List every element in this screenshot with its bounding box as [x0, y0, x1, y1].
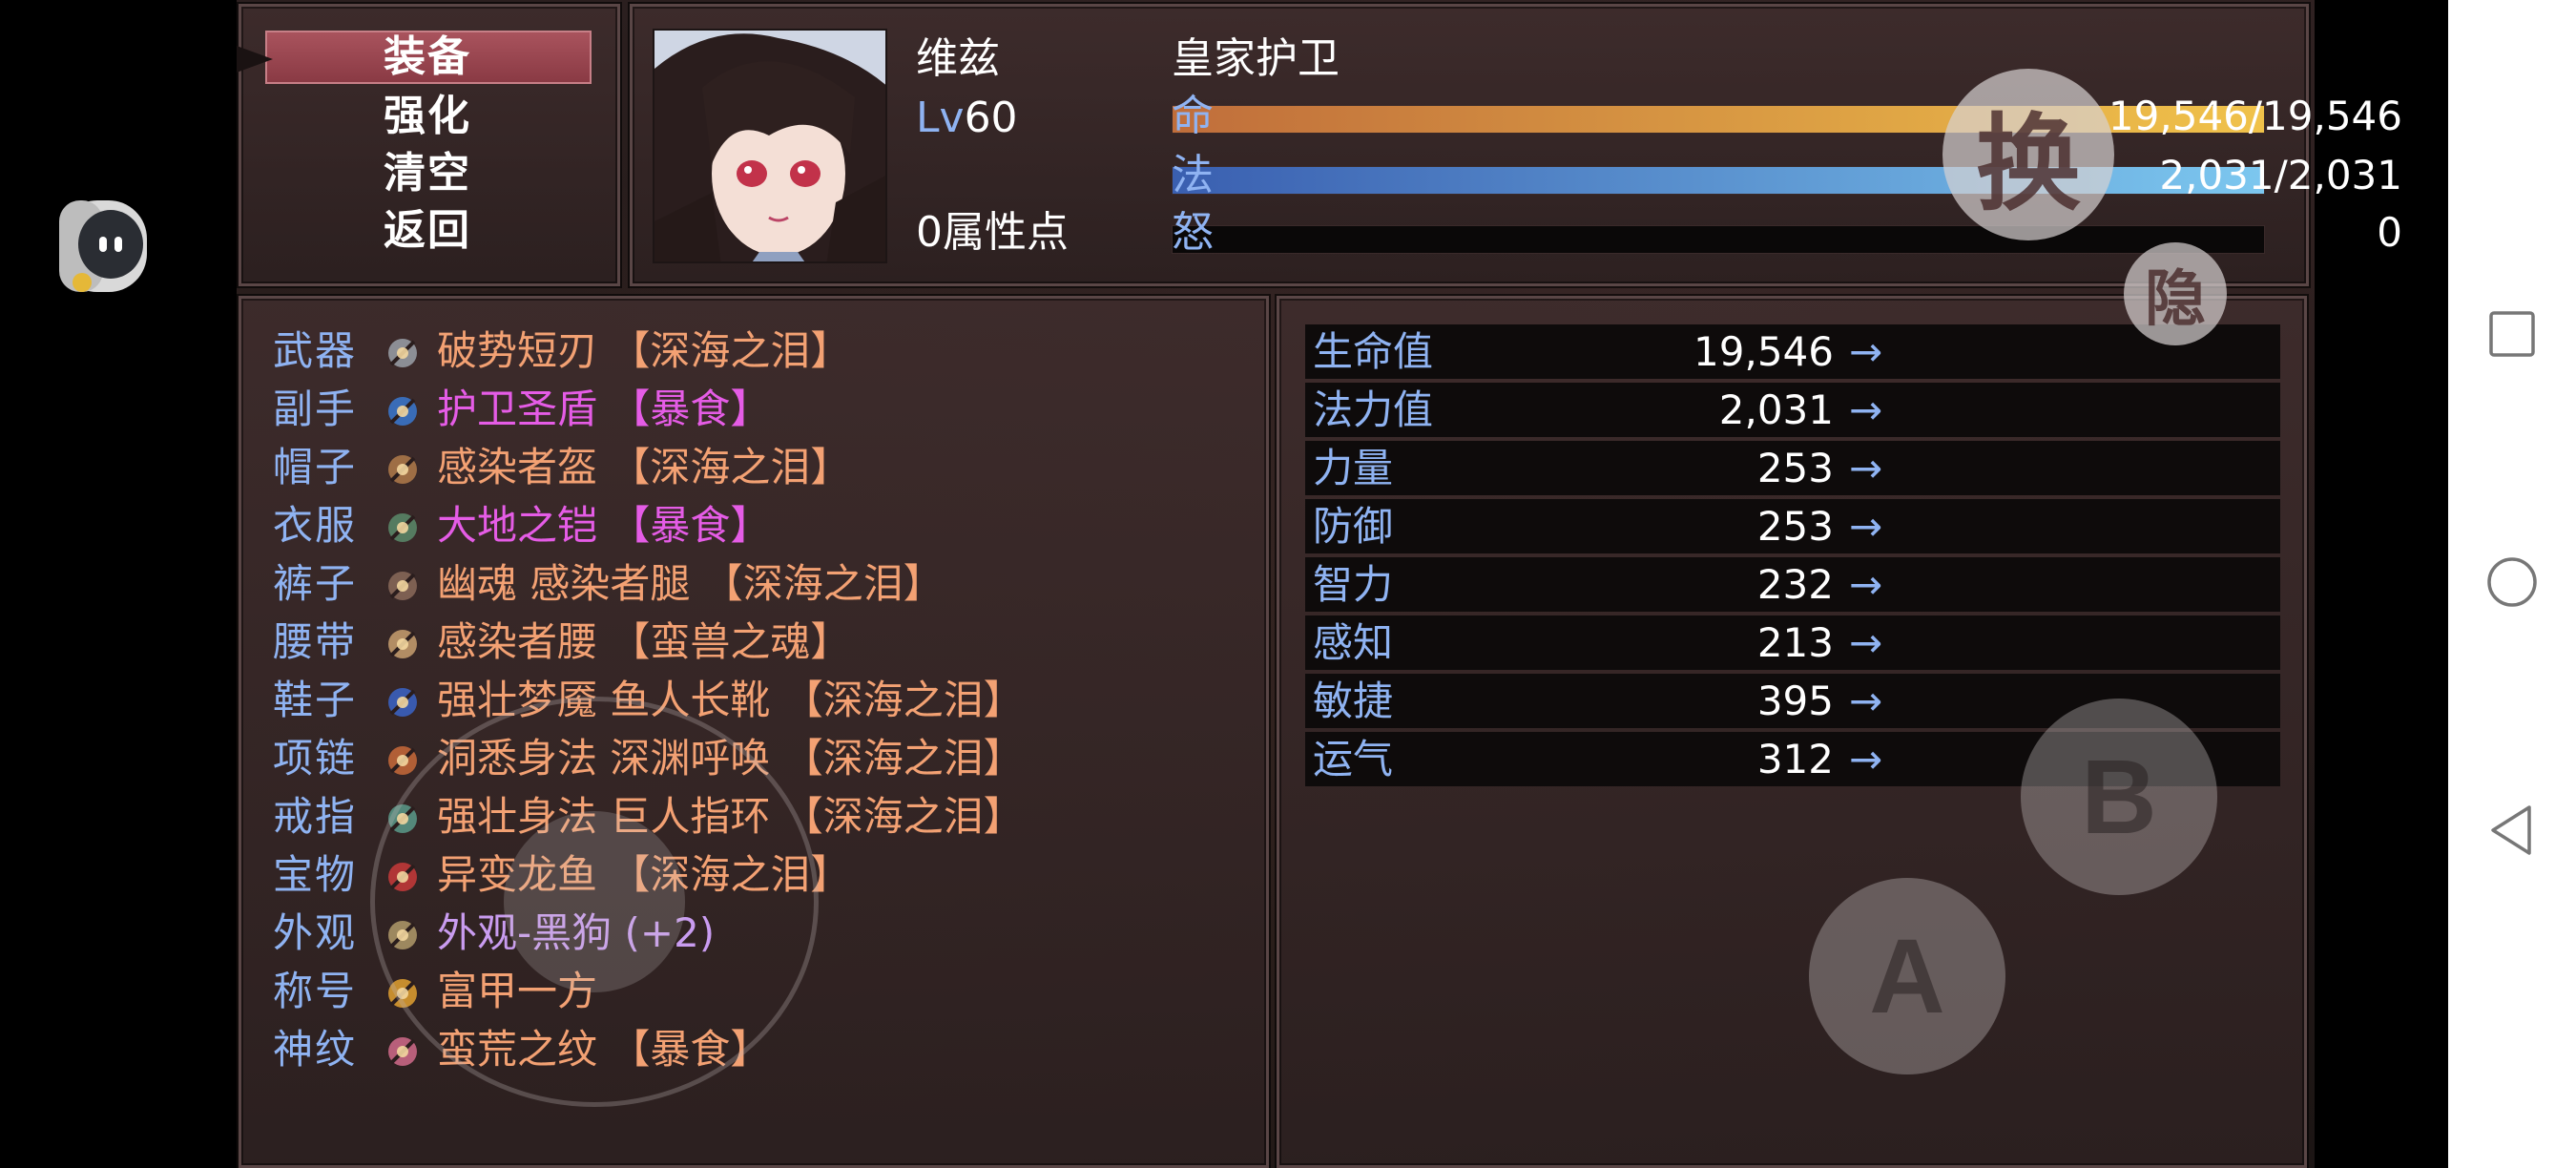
back-button[interactable] — [2448, 773, 2576, 887]
stat-row: 智力 232 → — [1305, 557, 2280, 612]
equipment-slot-label: 外观 — [273, 909, 358, 956]
arrow-right-icon: → — [1849, 561, 1883, 608]
character-level: Lv60 — [916, 92, 1018, 145]
stat-value: 232 — [1756, 561, 1834, 608]
rune-icon — [382, 1031, 424, 1073]
stat-value: 2,031 — [1718, 386, 1834, 433]
stat-value: 253 — [1756, 445, 1834, 491]
stat-label: 力量 — [1313, 445, 1394, 491]
equipment-slot-label: 项链 — [273, 735, 358, 782]
hp-value: 19,546/19,546 — [2108, 93, 2402, 139]
attribute-points: 0属性点 — [916, 208, 1069, 257]
arrow-right-icon: → — [1849, 736, 1883, 782]
stat-row: 感知 213 → — [1305, 615, 2280, 670]
equipment-slot-label: 宝物 — [273, 851, 358, 898]
rage-value: 0 — [2377, 209, 2402, 256]
shield-icon — [382, 390, 424, 432]
stat-value: 213 — [1756, 619, 1834, 666]
arrow-right-icon: → — [1849, 678, 1883, 724]
home-button[interactable] — [2448, 525, 2576, 639]
equipment-row[interactable]: 副手 护卫圣盾 【暴食】 — [273, 381, 1256, 438]
stat-label: 生命值 — [1313, 328, 1434, 375]
equipment-row[interactable]: 鞋子 强壮梦魇 鱼人长靴 【深海之泪】 — [273, 672, 1256, 729]
stat-value: 19,546 — [1693, 328, 1834, 375]
stat-value: 253 — [1756, 503, 1834, 550]
equipment-slot-label: 衣服 — [273, 502, 358, 549]
character-name: 维兹 — [916, 34, 1000, 83]
equipment-row[interactable]: 裤子 幽魂 感染者腿 【深海之泪】 — [273, 555, 1256, 613]
rage-label: 怒 — [1172, 208, 1214, 257]
arrow-right-icon: → — [1849, 619, 1883, 666]
stat-value: 312 — [1756, 736, 1834, 782]
level-prefix: Lv — [916, 94, 965, 142]
equipment-slot-label: 鞋子 — [273, 677, 358, 723]
stat-label: 智力 — [1313, 561, 1394, 608]
equipment-slot-label: 腰带 — [273, 618, 358, 665]
stat-value: 395 — [1756, 678, 1834, 724]
equipment-item-name: 破势短刃 【深海之泪】 — [437, 327, 851, 374]
equipment-slot-label: 裤子 — [273, 560, 358, 607]
equipment-row[interactable]: 腰带 感染者腰 【蛮兽之魂】 — [273, 614, 1256, 671]
stat-row: 法力值 2,031 → — [1305, 383, 2280, 437]
equipment-item-name: 感染者盔 【深海之泪】 — [437, 444, 851, 490]
equipment-slot-label: 副手 — [273, 386, 358, 432]
arrow-right-icon: → — [1849, 503, 1883, 550]
arrow-right-icon: → — [1849, 445, 1883, 491]
legs-icon — [382, 565, 424, 607]
stat-row: 生命值 19,546 → — [1305, 324, 2280, 379]
b-button[interactable]: B — [2021, 699, 2217, 895]
menu-item-enhance[interactable]: 强化 — [384, 90, 471, 143]
equipment-slot-label: 称号 — [273, 968, 358, 1014]
equipment-item-name: 大地之铠 【暴食】 — [437, 502, 771, 549]
hp-label: 命 — [1172, 92, 1214, 140]
hide-button[interactable]: 隐 — [2124, 242, 2227, 345]
circle-icon — [2487, 557, 2537, 607]
level-value: 60 — [964, 94, 1018, 142]
stat-row: 力量 253 → — [1305, 441, 2280, 495]
recent-apps-button[interactable] — [2448, 277, 2576, 391]
triangle-back-icon — [2491, 805, 2531, 855]
equipment-row[interactable]: 衣服 大地之铠 【暴食】 — [273, 497, 1256, 554]
arrow-right-icon: → — [1849, 328, 1883, 375]
helmet-icon — [382, 448, 424, 490]
dagger-icon — [382, 332, 424, 374]
menu-item-clear[interactable]: 清空 — [384, 147, 471, 200]
stat-label: 防御 — [1313, 503, 1394, 550]
equipment-slot-label: 帽子 — [273, 444, 358, 490]
menu-item-back[interactable]: 返回 — [384, 204, 471, 258]
stat-label: 感知 — [1313, 619, 1394, 666]
swap-button[interactable]: 换 — [1942, 69, 2114, 240]
equipment-slot-label: 武器 — [273, 327, 358, 374]
belt-icon — [382, 623, 424, 665]
menu-item-equip[interactable]: 装备 — [384, 31, 471, 84]
character-title: 皇家护卫 — [1172, 34, 1340, 83]
equipment-item-name: 幽魂 感染者腿 【深海之泪】 — [437, 560, 944, 607]
mp-value: 2,031/2,031 — [2159, 152, 2402, 198]
rage-bar — [1172, 225, 2265, 254]
joystick-knob[interactable] — [504, 811, 685, 992]
a-button[interactable]: A — [1809, 878, 2005, 1074]
equipment-row[interactable]: 帽子 感染者盔 【深海之泪】 — [273, 439, 1256, 496]
character-portrait — [653, 29, 887, 263]
menu-cursor-icon — [237, 46, 273, 73]
equipment-slot-label: 戒指 — [273, 793, 358, 840]
game-screen: 装备 强化 清空 返回 维兹 皇家护卫 Lv60 0属性点 命 法 怒 19,5… — [0, 0, 2448, 1168]
equipment-item-name: 护卫圣盾 【暴食】 — [437, 386, 771, 432]
stat-row: 防御 253 → — [1305, 499, 2280, 553]
stat-label: 敏捷 — [1313, 678, 1394, 724]
equipment-item-name: 感染者腰 【蛮兽之魂】 — [437, 618, 851, 665]
android-navigation-bar — [2448, 0, 2576, 1168]
armor-icon — [382, 507, 424, 549]
equipment-slot-label: 神纹 — [273, 1026, 358, 1073]
square-icon — [2489, 311, 2535, 357]
mp-label: 法 — [1172, 151, 1214, 199]
stat-label: 法力值 — [1313, 386, 1434, 433]
stat-label: 运气 — [1313, 736, 1394, 782]
boots-icon — [382, 681, 424, 723]
equipment-row[interactable]: 武器 破势短刃 【深海之泪】 — [273, 323, 1256, 380]
assistant-bot-icon[interactable] — [57, 195, 149, 298]
arrow-right-icon: → — [1849, 386, 1883, 433]
